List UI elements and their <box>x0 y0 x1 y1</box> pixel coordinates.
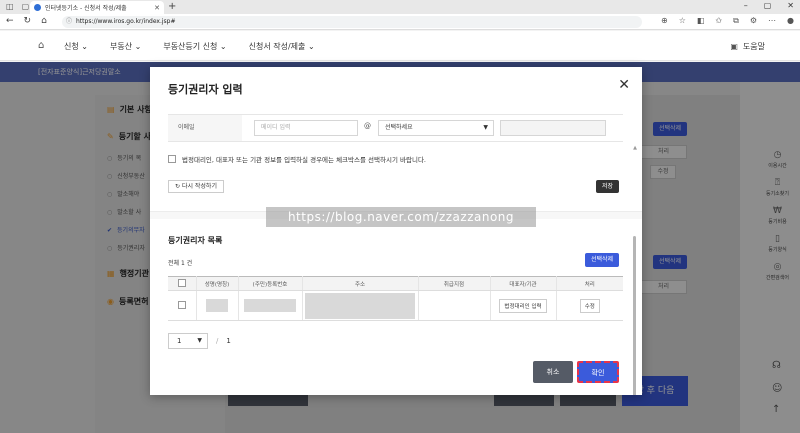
modal-title: 등기권리자 입력 <box>168 83 243 96</box>
tab-title: 인터넷등기소 - 신청서 작성/제출 <box>45 5 127 12</box>
blog-watermark: https://blog.naver.com/zzazzanong <box>266 207 536 227</box>
browser-tab[interactable]: 인터넷등기소 - 신청서 작성/제출 ✕ <box>30 1 164 14</box>
representative-input-button[interactable]: 법정대리인 입력 <box>499 298 547 313</box>
address-bar-row: ← ↻ ⌂ ⓘ https://www.iros.go.kr/index.jsp… <box>0 14 800 30</box>
scroll-up-icon[interactable]: ▲ <box>633 145 637 151</box>
col-checkbox <box>168 276 197 291</box>
at-sign: @ <box>364 122 371 130</box>
help-icon: ▣ <box>730 42 738 51</box>
cancel-button[interactable]: 취소 <box>533 361 573 383</box>
site-menu: 신청 ⌄ 부동산 ⌄ 부동산등기 신청 ⌄ 신청서 작성/제출 ⌄ <box>64 31 315 61</box>
col-process: 처리 <box>556 276 623 291</box>
redacted-name <box>206 299 228 312</box>
maximize-icon[interactable]: ▢ <box>764 1 772 10</box>
chevron-down-icon: ▼ <box>483 124 488 131</box>
pagination: 1 ▼ / 1 <box>168 333 231 349</box>
modal-scroll-area[interactable]: ▲ 이메일 메이디 입력 @ 선택하세요 ▼ 법정대리인, 대표자 또는 기관 정… <box>150 105 642 395</box>
save-button[interactable]: 저장 <box>596 180 620 193</box>
menu-item-realestate[interactable]: 부동산 ⌄ <box>110 41 141 52</box>
email-id-input[interactable]: 메이디 입력 <box>254 120 358 136</box>
new-tab-icon[interactable]: + <box>168 1 176 12</box>
email-domain-input[interactable] <box>500 120 606 136</box>
favorites-icon[interactable]: ✩ <box>715 16 722 26</box>
col-name: 성명(명칭) <box>196 276 239 291</box>
holder-list-title: 등기권리자 목록 <box>168 236 223 245</box>
favicon-icon <box>34 4 41 11</box>
help-link[interactable]: ▣ 도움말 <box>730 41 765 52</box>
col-address: 주소 <box>302 276 419 291</box>
edit-button[interactable]: 수정 <box>579 298 600 313</box>
row-checkbox-cell <box>168 290 197 321</box>
site-home-icon[interactable]: ⌂ <box>38 40 44 51</box>
table-header-row: 성명(명칭) (주민)등록번호 주소 취급지점 대표자/기관 처리 <box>168 276 623 291</box>
split-icon[interactable]: ◧ <box>697 16 705 26</box>
back-icon[interactable]: ← <box>6 16 14 26</box>
total-pages: 1 <box>226 337 231 345</box>
holder-table: 성명(명칭) (주민)등록번호 주소 취급지점 대표자/기관 처리 법정대리인 … <box>168 276 623 321</box>
row-checkbox[interactable] <box>177 300 186 309</box>
address-cell <box>302 290 419 321</box>
extensions-icon[interactable]: ⚙ <box>750 16 757 26</box>
profile-icon[interactable]: ◫ <box>6 2 14 11</box>
more-icon[interactable]: ⋯ <box>768 16 776 26</box>
url-input[interactable]: ⓘ https://www.iros.go.kr/index.jsp# <box>62 16 642 28</box>
collections-icon[interactable]: ⧉ <box>733 16 739 26</box>
col-branch: 취급지점 <box>418 276 491 291</box>
copilot-icon[interactable]: ● <box>787 16 794 26</box>
minimize-icon[interactable]: – <box>744 1 748 10</box>
col-reg-number: (주민)등록번호 <box>238 276 303 291</box>
confirm-button[interactable]: 확인 <box>577 361 619 383</box>
select-delete-button[interactable]: 선택삭제 <box>585 253 620 267</box>
close-window-icon[interactable]: ✕ <box>787 1 794 10</box>
zoom-icon[interactable]: ⊕ <box>661 16 668 26</box>
browser-tab-bar: ◫ ▢ 인터넷등기소 - 신청서 작성/제출 ✕ + – ▢ ✕ <box>0 0 800 14</box>
modal-scrollbar[interactable] <box>633 236 636 395</box>
representative-checkbox[interactable] <box>168 155 176 163</box>
representative-check-row: 법정대리인, 대표자 또는 기관 정보를 입력하실 경우에는 체크박스를 선택하… <box>168 154 426 164</box>
info-icon[interactable]: ⓘ <box>66 16 72 28</box>
menu-item-apply[interactable]: 신청 ⌄ <box>64 41 88 52</box>
home-icon[interactable]: ⌂ <box>41 16 47 26</box>
page-select[interactable]: 1 ▼ <box>168 333 208 349</box>
browser-toolbar-icons: ⊕ ☆ ◧ ✩ ⧉ ⚙ ⋯ ● <box>661 16 794 26</box>
chevron-down-icon: ▼ <box>197 337 202 344</box>
page-separator: / <box>216 337 219 345</box>
total-count: 전체 1 건 <box>168 260 193 267</box>
redacted-address <box>305 292 415 319</box>
close-icon[interactable]: ✕ <box>618 77 630 93</box>
holder-input-modal: 등기권리자 입력 ✕ ▲ 이메일 메이디 입력 @ 선택하세요 ▼ 법정대리인, … <box>150 67 642 395</box>
table-row: 법정대리인 입력 수정 <box>168 290 623 321</box>
col-representative: 대표자/기관 <box>490 276 557 291</box>
window-controls: – ▢ ✕ <box>744 1 794 10</box>
favorite-star-icon[interactable]: ☆ <box>679 16 686 26</box>
tab-bar-left: ◫ ▢ <box>6 2 29 11</box>
menu-item-realestate-registry[interactable]: 부동산등기 신청 ⌄ <box>163 41 226 52</box>
close-tab-icon[interactable]: ✕ <box>154 4 160 12</box>
reg-number-cell <box>238 290 303 321</box>
email-row: 이메일 메이디 입력 @ 선택하세요 ▼ <box>168 114 623 142</box>
rewrite-button[interactable]: ↻ 다시 작성하기 <box>168 180 224 193</box>
menu-item-form-submit[interactable]: 신청서 작성/제출 ⌄ <box>249 41 315 52</box>
email-label: 이메일 <box>168 115 242 141</box>
redacted-reg-number <box>244 299 296 312</box>
process-cell: 수정 <box>556 290 623 321</box>
email-domain-select[interactable]: 선택하세요 ▼ <box>378 120 494 136</box>
nav-icons: ← ↻ ⌂ <box>6 16 47 26</box>
representative-check-label: 법정대리인, 대표자 또는 기관 정보를 입력하실 경우에는 체크박스를 선택하… <box>182 156 426 164</box>
branch-cell <box>418 290 491 321</box>
site-navigation: ⌂ 신청 ⌄ 부동산 ⌄ 부동산등기 신청 ⌄ 신청서 작성/제출 ⌄ ▣ 도움말 <box>0 31 800 61</box>
url-text: https://www.iros.go.kr/index.jsp# <box>76 18 176 25</box>
tab-actions-icon[interactable]: ▢ <box>22 2 30 11</box>
representative-cell: 법정대리인 입력 <box>490 290 557 321</box>
name-cell <box>196 290 239 321</box>
select-all-checkbox[interactable] <box>177 278 186 287</box>
refresh-icon[interactable]: ↻ <box>24 16 32 26</box>
